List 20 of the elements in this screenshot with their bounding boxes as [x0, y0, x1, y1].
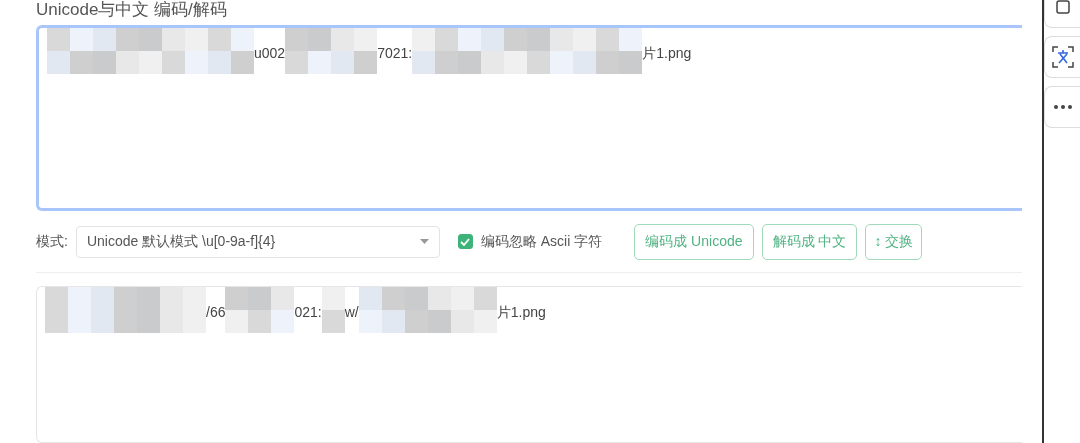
page-title: Unicode与中文 编码/解码 — [36, 0, 228, 21]
translate-icon[interactable] — [1051, 46, 1074, 68]
output-text: 021: — [294, 303, 322, 322]
output-text: w/ — [344, 303, 359, 322]
redaction-mosaic — [321, 287, 345, 334]
checkbox-label: 编码忽略 Ascii 字符 — [480, 232, 603, 251]
square-icon[interactable] — [1055, 0, 1070, 14]
mode-label: 模式: — [36, 232, 68, 251]
output-text: 片1.png — [496, 303, 546, 322]
output-text: /66 — [206, 303, 226, 322]
input-text: 片1.png — [642, 44, 692, 63]
output-field[interactable]: /66 021: w/ 片1.png — [36, 286, 1022, 443]
more-icon[interactable] — [1053, 105, 1072, 109]
input-text: 7021: — [377, 44, 413, 63]
input-text: u002 — [254, 44, 286, 63]
input-field[interactable]: u002 7021: 片1.png — [36, 25, 1022, 212]
caret-icon — [419, 239, 429, 245]
redaction-mosaic — [225, 287, 295, 334]
checkbox[interactable] — [457, 234, 473, 250]
mode-select[interactable]: Unicode 默认模式 \u[0-9a-f]{4} — [75, 225, 440, 258]
